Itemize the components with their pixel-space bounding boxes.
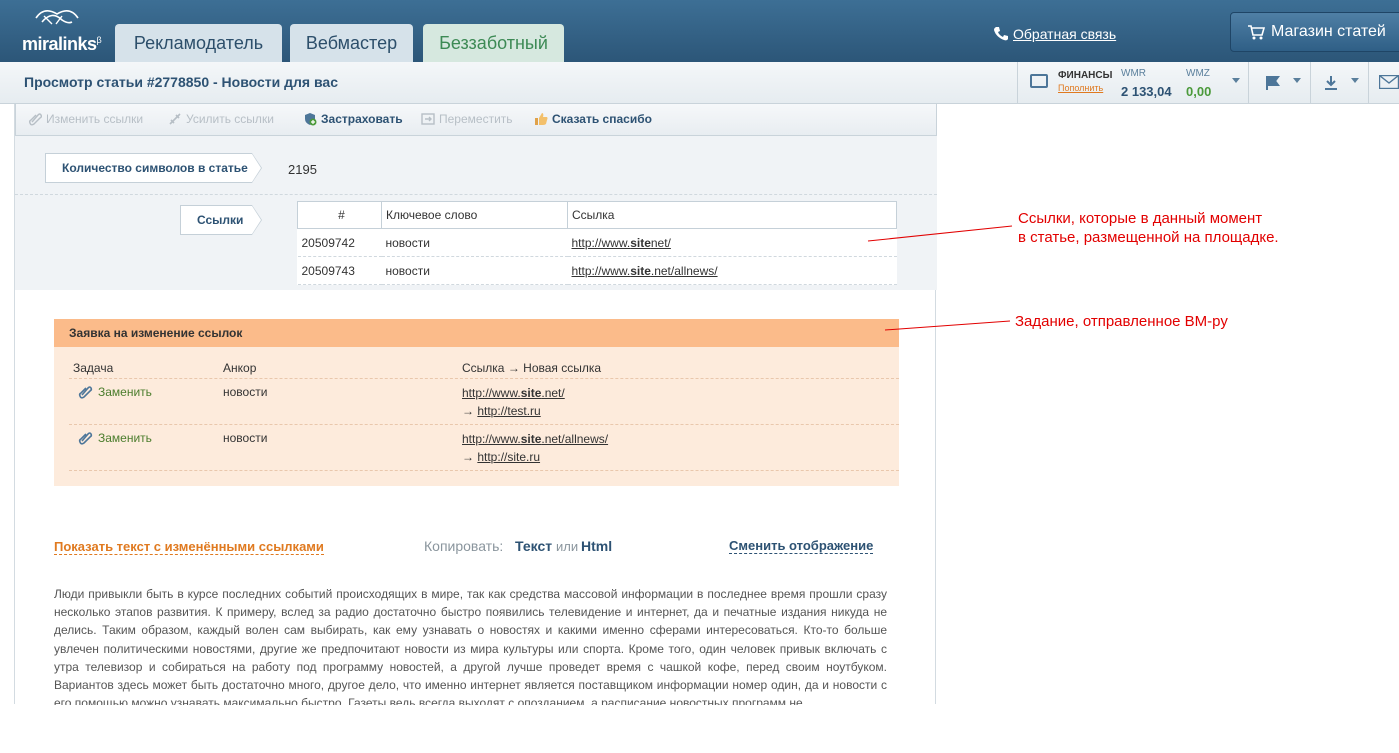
annotation-current-links: Ссылки, которые в данный момент в статье… [1018,209,1279,247]
annotation-line [867,225,1013,242]
annotation-lines [867,225,1013,331]
annotation-line [884,320,1011,331]
annotation-task: Задание, отправленное ВМ-ру [1015,313,1228,330]
annotation-line-1: Ссылки, которые в данный момент [1018,210,1263,227]
annotation-line-2: в статье, размещенной на площадке. [1018,229,1279,246]
